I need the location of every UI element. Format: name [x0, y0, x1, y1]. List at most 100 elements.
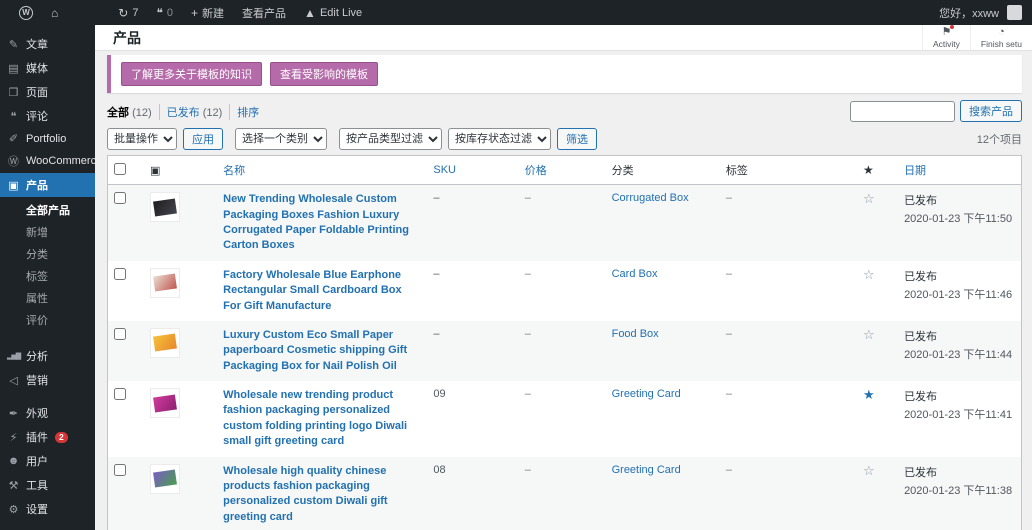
price-column-header[interactable]: 价格 — [519, 156, 606, 185]
featured-star-toggle[interactable]: ☆ — [863, 463, 875, 478]
sidebar-item-analytics[interactable]: ▂▅▇ 分析 — [0, 344, 95, 368]
learn-templates-button[interactable]: 了解更多关于模板的知识 — [121, 62, 262, 86]
sidebar-item-plugins[interactable]: ⚡ 插件 2 — [0, 425, 95, 449]
sidebar-item-products[interactable]: ▣ 产品 — [0, 173, 95, 197]
view-filter-link[interactable]: 全部 (12) — [107, 104, 160, 120]
row-checkbox[interactable] — [114, 388, 126, 400]
view-product-label: 查看产品 — [242, 5, 286, 21]
sidebar-item-settings[interactable]: ⚙ 设置 — [0, 497, 95, 521]
product-title-link[interactable]: Wholesale new trending product fashion p… — [223, 388, 421, 450]
product-thumbnail[interactable] — [150, 192, 180, 222]
category-filter-select[interactable]: 选择一个类别 — [235, 128, 327, 150]
product-category-link[interactable]: Food Box — [612, 328, 659, 340]
row-checkbox[interactable] — [114, 192, 126, 204]
bar-chart-icon: ▂▅▇ — [7, 352, 20, 360]
edit-live-button[interactable]: ▲ Edit Live — [295, 0, 371, 25]
new-content-button[interactable]: + 新建 — [182, 0, 233, 25]
view-affected-templates-button[interactable]: 查看受影响的模板 — [270, 62, 378, 86]
apply-button[interactable]: 应用 — [183, 128, 223, 150]
product-title-link[interactable]: Factory Wholesale Blue Earphone Rectangu… — [223, 268, 421, 314]
comments-button[interactable]: ❝ 0 — [147, 0, 182, 25]
sidebar-item-woocommerce[interactable]: Ⓦ WooCommerce — [0, 149, 95, 173]
product-title-link[interactable]: Wholesale high quality chinese products … — [223, 464, 421, 526]
product-status: 已发布 — [904, 328, 1015, 344]
sidebar-subitem[interactable]: 新增 — [0, 221, 95, 243]
avatar[interactable] — [1007, 5, 1022, 20]
list-header-row: 全部 (12) 已发布 (12) 排序 搜索产品 — [107, 100, 1022, 122]
sidebar-subitem[interactable]: 全部产品 — [0, 199, 95, 221]
site-home-button[interactable]: ⌂ — [42, 0, 67, 25]
admin-sidebar: ✎ 文章 ▤ 媒体 ❐ 页面 ❝ 评论 ✐ Portfoli — [0, 25, 95, 530]
search-input[interactable] — [850, 101, 955, 122]
sidebar-subitem[interactable]: 属性 — [0, 287, 95, 309]
sidebar-item-marketing[interactable]: ◁ 营销 — [0, 368, 95, 392]
products-submenu: 全部产品新增分类标签属性评价 — [0, 197, 95, 335]
media-icon: ▤ — [7, 62, 20, 75]
select-all-header — [108, 156, 145, 185]
product-category-link[interactable]: Card Box — [612, 268, 658, 280]
row-checkbox[interactable] — [114, 464, 126, 476]
product-thumbnail[interactable] — [150, 388, 180, 418]
home-icon: ⌂ — [51, 7, 58, 19]
featured-star-toggle[interactable]: ☆ — [863, 191, 875, 206]
sidebar-item-media[interactable]: ▤ 媒体 — [0, 56, 95, 80]
updates-button[interactable]: ↻ 7 — [109, 0, 147, 25]
date-column-header[interactable]: 日期 — [898, 156, 1021, 185]
activity-panel-button[interactable]: ⚑ Activity — [922, 25, 970, 50]
select-all-checkbox[interactable] — [114, 163, 126, 175]
activity-flag-icon: ⚑ — [941, 26, 951, 39]
product-title-link[interactable]: Luxury Custom Eco Small Paper paperboard… — [223, 328, 421, 374]
sidebar-item-label: 媒体 — [26, 60, 48, 76]
product-category-link[interactable]: Corrugated Box — [612, 192, 689, 204]
featured-star-toggle[interactable]: ★ — [863, 387, 875, 402]
product-category-link[interactable]: Greeting Card — [612, 464, 681, 476]
filter-button[interactable]: 筛选 — [557, 128, 597, 150]
sidebar-item-posts[interactable]: ✎ 文章 — [0, 32, 95, 56]
sidebar-item-portfolio[interactable]: ✐ Portfolio — [0, 128, 95, 149]
name-column-header[interactable]: 名称 — [217, 156, 427, 185]
plugin-icon: ⚡ — [7, 431, 20, 444]
search-products-button[interactable]: 搜索产品 — [960, 100, 1022, 122]
sidebar-subitem[interactable]: 标签 — [0, 265, 95, 287]
page-header-bar: 产品 ⚑ Activity ◔ Finish setu — [95, 25, 1032, 50]
view-filter-link[interactable]: 排序 — [230, 104, 266, 120]
account-menu[interactable]: 您好，xxww — [930, 0, 1001, 25]
view-filter-link[interactable]: 已发布 (12) — [160, 104, 231, 120]
bulk-actions-select[interactable]: 批量操作 — [107, 128, 177, 150]
sidebar-item-appearance[interactable]: ✒ 外观 — [0, 401, 95, 425]
product-thumbnail[interactable] — [150, 268, 180, 298]
finish-setup-button[interactable]: ◔ Finish setu — [970, 25, 1032, 50]
sidebar-item-label: 评论 — [26, 108, 48, 124]
product-date: 2020-01-23 下午11:46 — [904, 286, 1015, 302]
pages-icon: ❐ — [7, 86, 20, 99]
product-title-link[interactable]: New Trending Wholesale Custom Packaging … — [223, 192, 421, 254]
sidebar-item-comments[interactable]: ❝ 评论 — [0, 104, 95, 128]
sku-column-header[interactable]: SKU — [427, 156, 518, 185]
sidebar-item-tools[interactable]: ⚒ 工具 — [0, 473, 95, 497]
table-header-row: ▣ 名称 SKU 价格 分类 标签 ★ 日期 — [108, 156, 1022, 185]
main-content: 产品 ⚑ Activity ◔ Finish setu 了解更多关于模板的知识 … — [95, 25, 1032, 530]
brush-icon: ✒ — [7, 407, 20, 420]
updates-icon: ↻ — [118, 7, 128, 19]
product-date: 2020-01-23 下午11:44 — [904, 346, 1015, 362]
row-checkbox[interactable] — [114, 268, 126, 280]
product-thumbnail[interactable] — [150, 328, 180, 358]
sidebar-item-pages[interactable]: ❐ 页面 — [0, 80, 95, 104]
view-product-button[interactable]: 查看产品 — [233, 0, 295, 25]
product-type-filter-select[interactable]: 按产品类型过滤 — [339, 128, 442, 150]
wordpress-menu-button[interactable]: W — [10, 0, 42, 25]
product-category-link[interactable]: Greeting Card — [612, 388, 681, 400]
view-filter-links: 全部 (12) 已发布 (12) 排序 — [107, 100, 266, 120]
view-filter-label: 全部 — [107, 107, 132, 119]
product-price: – — [525, 328, 531, 340]
stock-status-filter-select[interactable]: 按库存状态过滤 — [448, 128, 551, 150]
product-thumbnail[interactable] — [150, 464, 180, 494]
sidebar-item-users[interactable]: ☻ 用户 — [0, 449, 95, 473]
sidebar-subitem[interactable]: 评价 — [0, 309, 95, 331]
product-price: – — [525, 268, 531, 280]
product-price: – — [525, 388, 531, 400]
sidebar-subitem[interactable]: 分类 — [0, 243, 95, 265]
row-checkbox[interactable] — [114, 328, 126, 340]
featured-star-toggle[interactable]: ☆ — [863, 267, 875, 282]
featured-star-toggle[interactable]: ☆ — [863, 327, 875, 342]
